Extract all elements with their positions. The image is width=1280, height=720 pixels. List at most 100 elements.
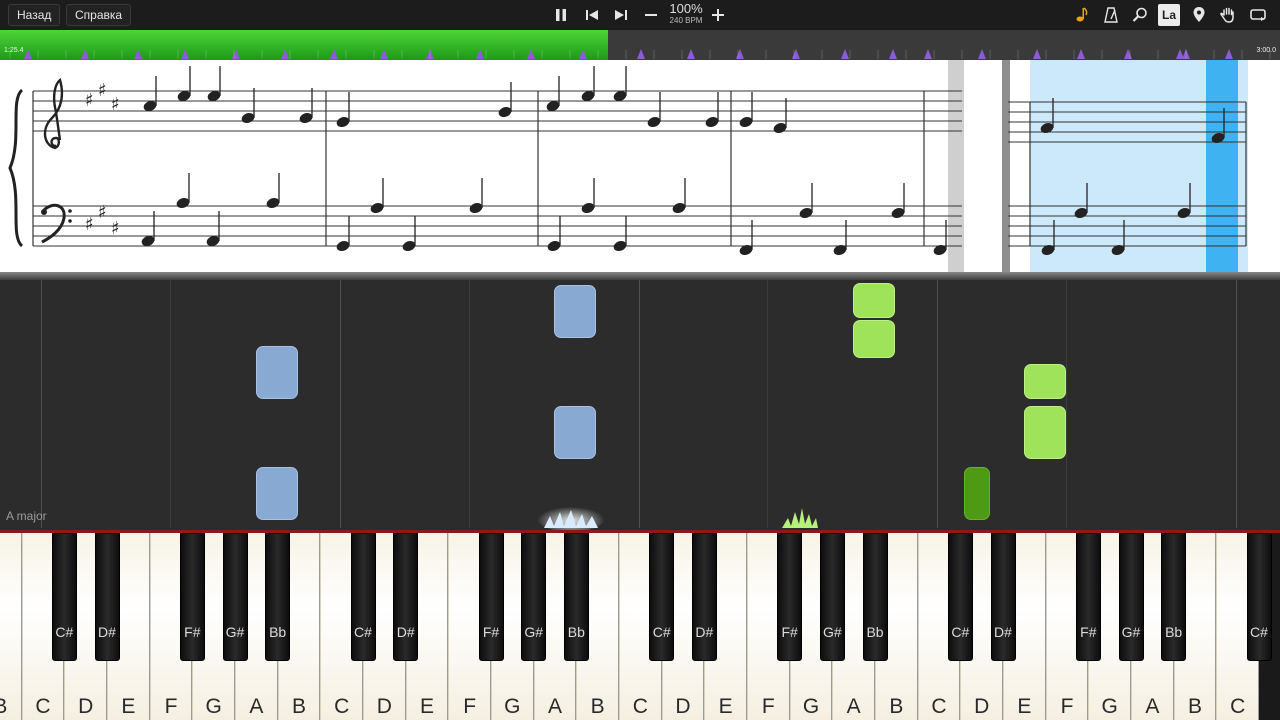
black-key[interactable]: G# [1118,533,1144,661]
minus-icon[interactable] [640,4,662,26]
timeline-marker [978,49,986,59]
zoom-readout: 100% 240 BPM [664,2,708,26]
black-key[interactable]: Bb [265,533,291,661]
black-key[interactable]: D# [691,533,717,661]
black-key[interactable]: F# [1075,533,1101,661]
black-key-label: C# [1250,624,1268,640]
timeline-end-time: 3:00.0 [1256,47,1276,54]
black-key[interactable]: C# [947,533,973,661]
black-key[interactable]: C# [649,533,675,661]
black-key-label: D# [98,624,116,640]
black-key-label: C# [354,624,372,640]
black-key-label: Bb [269,624,287,640]
piano-keyboard[interactable]: B C D E F G A B C D E F G A B C D E F G A B C D E F G A B C Bb C# D# F# G#… [0,530,1280,720]
black-key[interactable]: D# [990,533,1016,661]
timeline-marker [579,49,587,59]
key-hit-glow [537,504,605,530]
pause-icon[interactable] [550,4,572,26]
octave-line [639,280,640,528]
white-key[interactable]: B [0,533,22,720]
timeline-marker [1077,49,1085,59]
black-key-label: G# [225,624,245,640]
black-key[interactable]: Bb [563,533,589,661]
black-key-label: C# [951,624,970,640]
falling-note-right [853,283,895,318]
timeline-marker [1033,49,1041,59]
white-key-label: C [931,695,947,718]
white-key-label: G [504,695,521,718]
timeline-marker [736,49,744,59]
metronome-icon[interactable] [1100,4,1122,26]
bpm-value: 240 BPM [669,16,703,25]
timeline-marker [889,49,897,59]
la-icon[interactable]: La [1158,4,1180,26]
black-key[interactable]: Bb [862,533,888,661]
white-key-label: E [718,695,733,718]
black-key[interactable]: C# [350,533,376,661]
white-key-label: B [889,695,904,718]
white-key-label: D [376,695,392,718]
svg-text:♯: ♯ [111,94,120,115]
timeline-marker [24,49,32,59]
black-key-label: D# [396,624,415,640]
black-key[interactable]: G# [819,533,845,661]
white-key-label: A [249,695,264,718]
sheet-music[interactable]: ♯ ♯ ♯ ♯ ♯ ♯ [0,60,1280,274]
octave-line [41,280,42,528]
white-key-label: B [0,695,8,718]
hand-icon[interactable] [1217,4,1239,26]
timeline-marker [687,49,695,59]
svg-text:♯: ♯ [85,90,94,111]
black-key-label: F# [1080,624,1097,640]
white-key-label: C [35,695,51,718]
white-key-label: A [1145,695,1160,718]
treble-clef-icon [43,77,64,150]
black-key-label: G# [1121,624,1141,640]
timeline-scrubber[interactable]: 1:25.4 3:00.0 [0,30,1280,60]
pin-icon[interactable] [1188,4,1210,26]
falling-note-left [554,285,596,338]
back-button[interactable]: Назад [8,4,61,26]
plus-icon[interactable] [707,4,729,26]
black-key-label: D# [695,624,714,640]
falling-note-left [256,467,298,520]
note-icon[interactable] [1071,4,1093,26]
timeline-marker [1225,49,1233,59]
falling-note-left [256,346,298,399]
white-key-label: D [78,695,94,718]
black-key-label: F# [184,624,201,640]
black-key[interactable]: F# [777,533,803,661]
white-key-label: E [419,695,434,718]
white-key-label: C [1230,695,1246,718]
white-key-label: E [121,695,136,718]
black-key-label: D# [994,624,1012,640]
black-key[interactable]: D# [393,533,419,661]
black-key[interactable]: D# [94,533,120,661]
svg-text:♯: ♯ [98,202,107,223]
black-key[interactable]: C# [1246,533,1272,661]
falling-note-right [853,320,895,358]
timeline-marker [527,49,535,59]
loop-icon[interactable] [1247,4,1269,26]
black-key[interactable]: G# [222,533,248,661]
skip-back-icon[interactable] [581,4,603,26]
magnifier-icon[interactable] [1129,4,1151,26]
black-key[interactable]: Bb [1161,533,1187,661]
timeline-marker [81,49,89,59]
black-key[interactable]: F# [478,533,504,661]
white-key-label: D [974,695,990,718]
falling-note-left [554,406,596,459]
help-button[interactable]: Справка [66,4,132,26]
timeline-marker [476,49,484,59]
zoom-value: 100% [669,1,703,16]
timeline-marker [281,49,289,59]
svg-text:♯: ♯ [111,218,120,239]
falling-note-right [1024,406,1066,459]
black-key[interactable]: G# [521,533,547,661]
skip-forward-icon[interactable] [610,4,632,26]
black-key[interactable]: C# [51,533,77,661]
falling-note-right-active [964,467,990,520]
black-key[interactable]: F# [179,533,205,661]
lane-line [767,280,768,528]
key-hit-glow-green [782,508,818,528]
